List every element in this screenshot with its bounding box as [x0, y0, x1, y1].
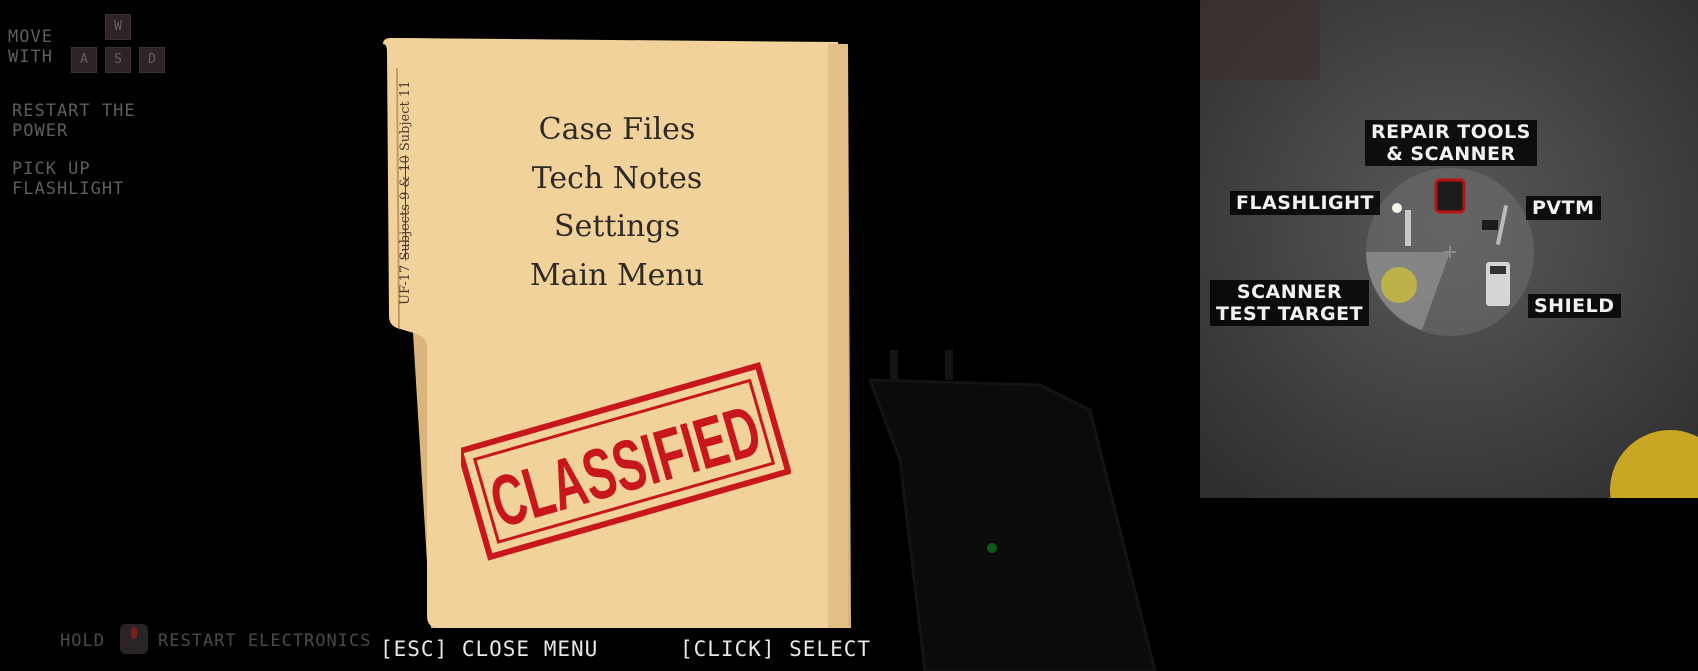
restart-electronics-label: RESTART ELECTRONICS — [158, 631, 372, 651]
close-menu-hint: [ESC] CLOSE MENU — [380, 637, 599, 661]
hold-label: HOLD — [60, 631, 105, 651]
menu-settings[interactable]: Settings — [383, 209, 851, 244]
tool-repair-tools-scanner[interactable]: REPAIR TOOLS & SCANNER — [1365, 120, 1537, 166]
case-folder: Case Files Tech Notes Settings Main Menu… — [383, 38, 851, 628]
folder-tab-label: UF-17 Subjects 9 & 10 Subject 11 — [398, 80, 413, 305]
key-s: S — [105, 47, 131, 73]
tool-flashlight[interactable]: FLASHLIGHT — [1230, 191, 1381, 215]
device-silhouette — [867, 350, 1157, 671]
objective-restart-power: RESTART THE POWER — [12, 101, 136, 141]
folder-tab-struck: Subjects 9 & 10 — [398, 155, 413, 261]
select-hint: [CLICK] SELECT — [680, 637, 872, 661]
key-a: A — [71, 47, 97, 73]
mouse-button-icon — [120, 624, 148, 654]
menu-case-files[interactable]: Case Files — [383, 112, 851, 147]
tool-scanner-test-target[interactable]: SCANNER TEST TARGET — [1210, 280, 1370, 326]
classified-stamp: CLASSIFIED — [461, 361, 791, 561]
tool-pvtm[interactable]: PVTM — [1526, 196, 1601, 220]
objective-pick-up-flashlight: PICK UP FLASHLIGHT — [12, 159, 125, 199]
key-d: D — [139, 47, 165, 73]
key-w: W — [105, 14, 131, 40]
menu-main-menu[interactable]: Main Menu — [383, 258, 851, 293]
move-hint-label: MOVE WITH — [8, 27, 53, 67]
menu-tech-notes[interactable]: Tech Notes — [383, 161, 851, 196]
tool-wheel-panel: REPAIR TOOLS & SCANNER FLASHLIGHT PVTM S… — [1200, 0, 1698, 498]
tool-shield[interactable]: SHIELD — [1528, 294, 1621, 318]
